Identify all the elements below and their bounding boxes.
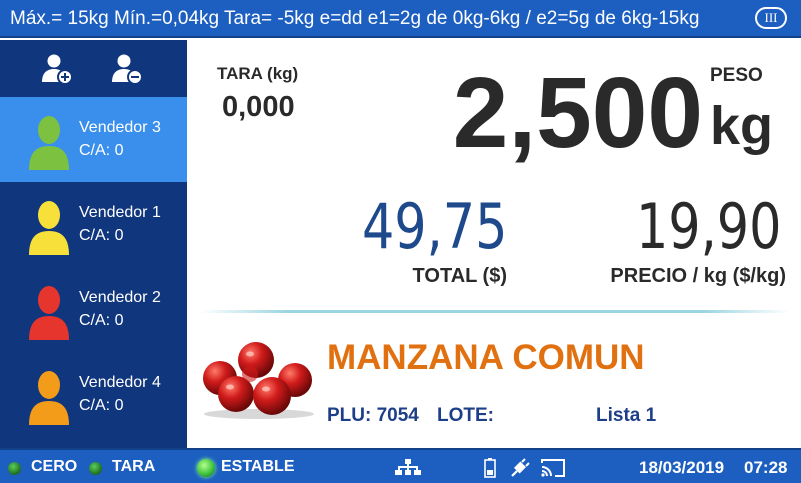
seller-sidebar: Vendedor 3 C/A: 0 Vendedor 1 C/A: 0 Vend… (0, 40, 187, 448)
seller-item-vendedor-1[interactable]: Vendedor 1 C/A: 0 (0, 182, 187, 267)
power-plug-icon (511, 458, 530, 477)
battery-icon (484, 458, 496, 478)
lot-label: LOTE: (437, 405, 494, 426)
tare-value: 0,000 (222, 91, 295, 123)
seller-name: Vendedor 1 (79, 204, 161, 221)
unit-price-label: PRECIO / kg ($/kg) (610, 265, 786, 287)
remove-seller-button[interactable] (110, 52, 144, 86)
seller-avatar-orange-icon (29, 371, 69, 425)
unit-price-value: 19,90 (635, 190, 781, 263)
plu-code: PLU: 7054 (327, 405, 419, 426)
tare-status-label: TARA (112, 458, 156, 475)
stable-led-icon (197, 459, 215, 477)
seller-tools (0, 40, 187, 97)
seller-ca: C/A: 0 (79, 227, 124, 244)
time-display: 07:28 (744, 458, 788, 477)
top-spec-bar: Máx.= 15kg Mín.=0,04kg Tara= -5kg e=dd e… (0, 0, 801, 38)
network-icon (395, 459, 421, 475)
product-name: MANZANA COMUN (327, 338, 645, 377)
zero-status-label: CERO (31, 458, 78, 475)
tare-led-icon (89, 462, 102, 475)
seller-ca: C/A: 0 (79, 142, 124, 159)
seller-avatar-yellow-icon (29, 201, 69, 255)
seller-ca: C/A: 0 (79, 312, 124, 329)
remove-user-icon (112, 54, 143, 85)
add-seller-button[interactable] (40, 52, 74, 86)
seller-avatar-green-icon (29, 116, 69, 170)
seller-name: Vendedor 3 (79, 119, 161, 136)
total-value: 49,75 (361, 190, 507, 263)
weight-value: 2,500 (452, 57, 703, 169)
section-divider (200, 310, 790, 313)
seller-name: Vendedor 2 (79, 289, 161, 306)
price-list-label: Lista 1 (596, 405, 657, 426)
seller-item-vendedor-3[interactable]: Vendedor 3 C/A: 0 (0, 97, 187, 182)
weight-unit: kg (710, 96, 774, 156)
scale-spec-text: Máx.= 15kg Mín.=0,04kg Tara= -5kg e=dd e… (10, 8, 700, 29)
zero-led-icon (8, 462, 21, 475)
apples-icon (203, 342, 314, 419)
accuracy-class-badge: III (755, 7, 787, 29)
seller-name: Vendedor 4 (79, 374, 161, 391)
tare-label: TARA (kg) (217, 64, 299, 83)
seller-item-vendedor-4[interactable]: Vendedor 4 C/A: 0 (0, 352, 187, 437)
total-label: TOTAL ($) (412, 265, 507, 287)
cast-icon (541, 459, 565, 477)
seller-ca: C/A: 0 (79, 397, 124, 414)
seller-avatar-red-icon (29, 286, 69, 340)
date-display: 18/03/2019 (639, 458, 725, 477)
seller-item-vendedor-2[interactable]: Vendedor 2 C/A: 0 (0, 267, 187, 352)
stable-status-label: ESTABLE (221, 458, 295, 475)
weight-label: PESO (710, 65, 763, 86)
add-user-icon (42, 54, 73, 85)
status-bar: CERO TARA ESTABLE 18/03/2019 07:28 (0, 448, 801, 483)
